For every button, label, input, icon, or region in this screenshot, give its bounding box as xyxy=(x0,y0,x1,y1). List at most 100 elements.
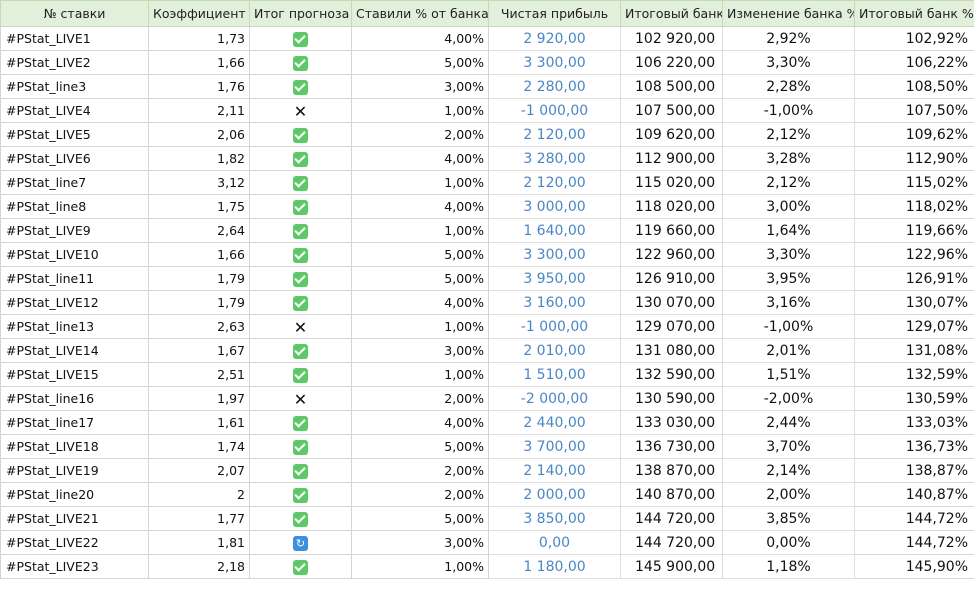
cell-final-bank-percent[interactable]: 115,02% xyxy=(854,170,974,195)
cell-net-profit[interactable]: 1 510,00 xyxy=(488,362,621,387)
header-bank-change[interactable]: Изменение банка % xyxy=(722,0,855,27)
cell-stake-percent[interactable]: 4,00% xyxy=(351,410,489,435)
cell-final-bank[interactable]: 126 910,00 xyxy=(620,266,723,291)
cell-final-bank-percent[interactable]: 136,73% xyxy=(854,434,974,459)
cell-coefficient[interactable]: 1,97 xyxy=(148,386,250,411)
cell-final-bank-percent[interactable]: 107,50% xyxy=(854,98,974,123)
cell-bank-change[interactable]: 2,12% xyxy=(722,122,855,147)
cell-coefficient[interactable]: 1,66 xyxy=(148,50,250,75)
cell-bank-change[interactable]: 3,16% xyxy=(722,290,855,315)
cell-stake-percent[interactable]: 5,00% xyxy=(351,242,489,267)
cell-bet-number[interactable]: #PStat_line17 xyxy=(0,410,149,435)
cell-final-bank[interactable]: 138 870,00 xyxy=(620,458,723,483)
cell-final-bank[interactable]: 136 730,00 xyxy=(620,434,723,459)
cell-result[interactable] xyxy=(249,170,352,195)
cell-net-profit[interactable]: -1 000,00 xyxy=(488,98,621,123)
cell-final-bank[interactable]: 129 070,00 xyxy=(620,314,723,339)
cell-net-profit[interactable]: 2 120,00 xyxy=(488,170,621,195)
cell-net-profit[interactable]: 3 300,00 xyxy=(488,50,621,75)
cell-final-bank[interactable]: 131 080,00 xyxy=(620,338,723,363)
cell-stake-percent[interactable]: 3,00% xyxy=(351,74,489,99)
cell-final-bank[interactable]: 144 720,00 xyxy=(620,530,723,555)
cell-result[interactable] xyxy=(249,26,352,51)
cell-final-bank[interactable]: 102 920,00 xyxy=(620,26,723,51)
header-result[interactable]: Итог прогноза xyxy=(249,0,352,27)
cell-final-bank[interactable]: 115 020,00 xyxy=(620,170,723,195)
cell-bet-number[interactable]: #PStat_LIVE12 xyxy=(0,290,149,315)
cell-bet-number[interactable]: #PStat_LIVE1 xyxy=(0,26,149,51)
cell-bet-number[interactable]: #PStat_LIVE6 xyxy=(0,146,149,171)
cell-result[interactable] xyxy=(249,362,352,387)
cell-coefficient[interactable]: 1,61 xyxy=(148,410,250,435)
header-final-bank[interactable]: Итоговый банк xyxy=(620,0,723,27)
cell-stake-percent[interactable]: 5,00% xyxy=(351,266,489,291)
cell-result[interactable] xyxy=(249,74,352,99)
cell-bank-change[interactable]: 0,00% xyxy=(722,530,855,555)
cell-result[interactable] xyxy=(249,50,352,75)
cell-bet-number[interactable]: #PStat_LIVE9 xyxy=(0,218,149,243)
cell-stake-percent[interactable]: 1,00% xyxy=(351,314,489,339)
cell-result[interactable]: ✕ xyxy=(249,98,352,123)
cell-coefficient[interactable]: 1,76 xyxy=(148,74,250,99)
cell-coefficient[interactable]: 2 xyxy=(148,482,250,507)
cell-result[interactable] xyxy=(249,482,352,507)
cell-bank-change[interactable]: 2,00% xyxy=(722,482,855,507)
cell-bank-change[interactable]: 3,85% xyxy=(722,506,855,531)
cell-bet-number[interactable]: #PStat_LIVE10 xyxy=(0,242,149,267)
cell-result[interactable] xyxy=(249,266,352,291)
cell-stake-percent[interactable]: 5,00% xyxy=(351,434,489,459)
cell-bank-change[interactable]: 2,14% xyxy=(722,458,855,483)
cell-bank-change[interactable]: -1,00% xyxy=(722,314,855,339)
cell-net-profit[interactable]: -2 000,00 xyxy=(488,386,621,411)
cell-stake-percent[interactable]: 1,00% xyxy=(351,362,489,387)
cell-result[interactable] xyxy=(249,434,352,459)
cell-stake-percent[interactable]: 4,00% xyxy=(351,146,489,171)
cell-bet-number[interactable]: #PStat_line20 xyxy=(0,482,149,507)
cell-result[interactable] xyxy=(249,218,352,243)
cell-stake-percent[interactable]: 3,00% xyxy=(351,338,489,363)
cell-bank-change[interactable]: 2,12% xyxy=(722,170,855,195)
cell-bet-number[interactable]: #PStat_LIVE15 xyxy=(0,362,149,387)
cell-coefficient[interactable]: 2,06 xyxy=(148,122,250,147)
cell-coefficient[interactable]: 2,11 xyxy=(148,98,250,123)
cell-bet-number[interactable]: #PStat_LIVE21 xyxy=(0,506,149,531)
cell-stake-percent[interactable]: 1,00% xyxy=(351,554,489,579)
cell-final-bank-percent[interactable]: 118,02% xyxy=(854,194,974,219)
cell-bet-number[interactable]: #PStat_LIVE22 xyxy=(0,530,149,555)
cell-bank-change[interactable]: 3,70% xyxy=(722,434,855,459)
cell-final-bank[interactable]: 132 590,00 xyxy=(620,362,723,387)
cell-final-bank-percent[interactable]: 112,90% xyxy=(854,146,974,171)
cell-final-bank[interactable]: 112 900,00 xyxy=(620,146,723,171)
cell-final-bank-percent[interactable]: 119,66% xyxy=(854,218,974,243)
cell-final-bank[interactable]: 119 660,00 xyxy=(620,218,723,243)
cell-net-profit[interactable]: 2 000,00 xyxy=(488,482,621,507)
cell-bank-change[interactable]: 3,30% xyxy=(722,242,855,267)
cell-final-bank-percent[interactable]: 140,87% xyxy=(854,482,974,507)
cell-result[interactable] xyxy=(249,410,352,435)
cell-net-profit[interactable]: 3 950,00 xyxy=(488,266,621,291)
cell-bet-number[interactable]: #PStat_LIVE14 xyxy=(0,338,149,363)
cell-net-profit[interactable]: 2 920,00 xyxy=(488,26,621,51)
cell-final-bank[interactable]: 108 500,00 xyxy=(620,74,723,99)
cell-final-bank[interactable]: 109 620,00 xyxy=(620,122,723,147)
cell-final-bank-percent[interactable]: 109,62% xyxy=(854,122,974,147)
cell-final-bank[interactable]: 140 870,00 xyxy=(620,482,723,507)
cell-coefficient[interactable]: 2,18 xyxy=(148,554,250,579)
cell-net-profit[interactable]: 3 280,00 xyxy=(488,146,621,171)
cell-result[interactable] xyxy=(249,338,352,363)
cell-result[interactable]: ↻ xyxy=(249,530,352,555)
cell-bet-number[interactable]: #PStat_line7 xyxy=(0,170,149,195)
cell-bank-change[interactable]: 1,64% xyxy=(722,218,855,243)
cell-bank-change[interactable]: 2,28% xyxy=(722,74,855,99)
header-coefficient[interactable]: Коэффициент xyxy=(148,0,250,27)
cell-final-bank-percent[interactable]: 130,07% xyxy=(854,290,974,315)
cell-coefficient[interactable]: 1,77 xyxy=(148,506,250,531)
cell-final-bank[interactable]: 122 960,00 xyxy=(620,242,723,267)
cell-final-bank-percent[interactable]: 138,87% xyxy=(854,458,974,483)
cell-coefficient[interactable]: 2,07 xyxy=(148,458,250,483)
cell-coefficient[interactable]: 1,75 xyxy=(148,194,250,219)
cell-final-bank[interactable]: 107 500,00 xyxy=(620,98,723,123)
cell-bet-number[interactable]: #PStat_line8 xyxy=(0,194,149,219)
cell-coefficient[interactable]: 1,79 xyxy=(148,290,250,315)
cell-final-bank[interactable]: 130 590,00 xyxy=(620,386,723,411)
